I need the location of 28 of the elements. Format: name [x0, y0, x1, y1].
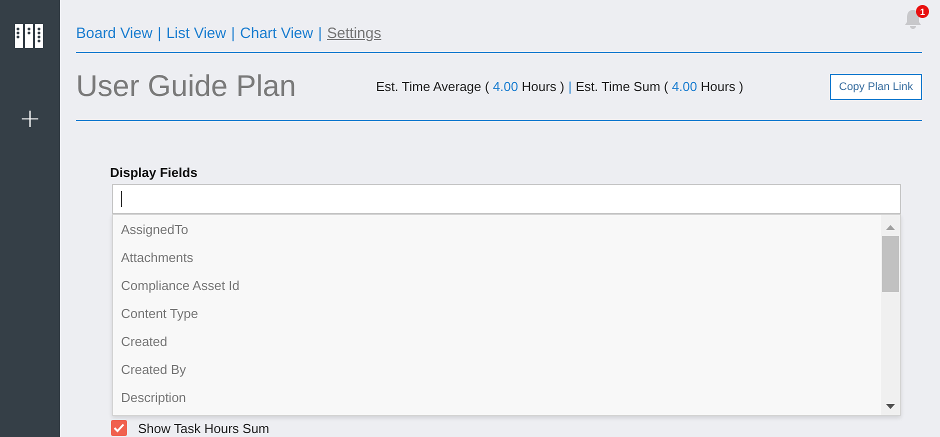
scroll-up-icon[interactable]: [886, 225, 895, 230]
separator: |: [318, 25, 322, 42]
dropdown-option[interactable]: Created By: [113, 356, 881, 384]
dropdown-option[interactable]: Content Type: [113, 300, 881, 328]
dropdown-option[interactable]: Description: [113, 384, 881, 412]
estimate-summary: Est. Time Average ( 4.00 Hours ) | Est. Time Sum ( 4.00 Hours ): [376, 79, 744, 94]
dropdown-option[interactable]: Attachments: [113, 244, 881, 272]
nav-link[interactable]: Chart View: [240, 25, 314, 42]
dropdown-option[interactable]: AssignedTo: [113, 216, 881, 244]
notification-badge: 1: [916, 5, 929, 18]
plan-title: User Guide Plan: [76, 70, 298, 104]
dropdown-option[interactable]: Created: [113, 328, 881, 356]
scrollbar[interactable]: [881, 215, 900, 415]
checkbox[interactable]: [111, 420, 127, 436]
dropdown-option[interactable]: Compliance Asset Id: [113, 272, 881, 300]
separator: |: [231, 25, 236, 42]
scroll-thumb[interactable]: [882, 236, 899, 292]
separator: |: [157, 25, 162, 42]
scroll-down-icon[interactable]: [886, 404, 895, 409]
boards-icon[interactable]: [15, 24, 45, 48]
bell-icon[interactable]: [902, 8, 924, 30]
nav-link[interactable]: Board View: [76, 25, 152, 42]
copy-plan-link-button[interactable]: Copy Plan Link: [830, 74, 922, 100]
nav-link[interactable]: Settings: [327, 25, 382, 42]
add-button[interactable]: +: [19, 106, 41, 132]
nav-link[interactable]: List View: [166, 25, 226, 42]
field-label: Display Fields: [110, 165, 198, 180]
checkbox-label: Show Task Hours Sum: [138, 420, 270, 436]
